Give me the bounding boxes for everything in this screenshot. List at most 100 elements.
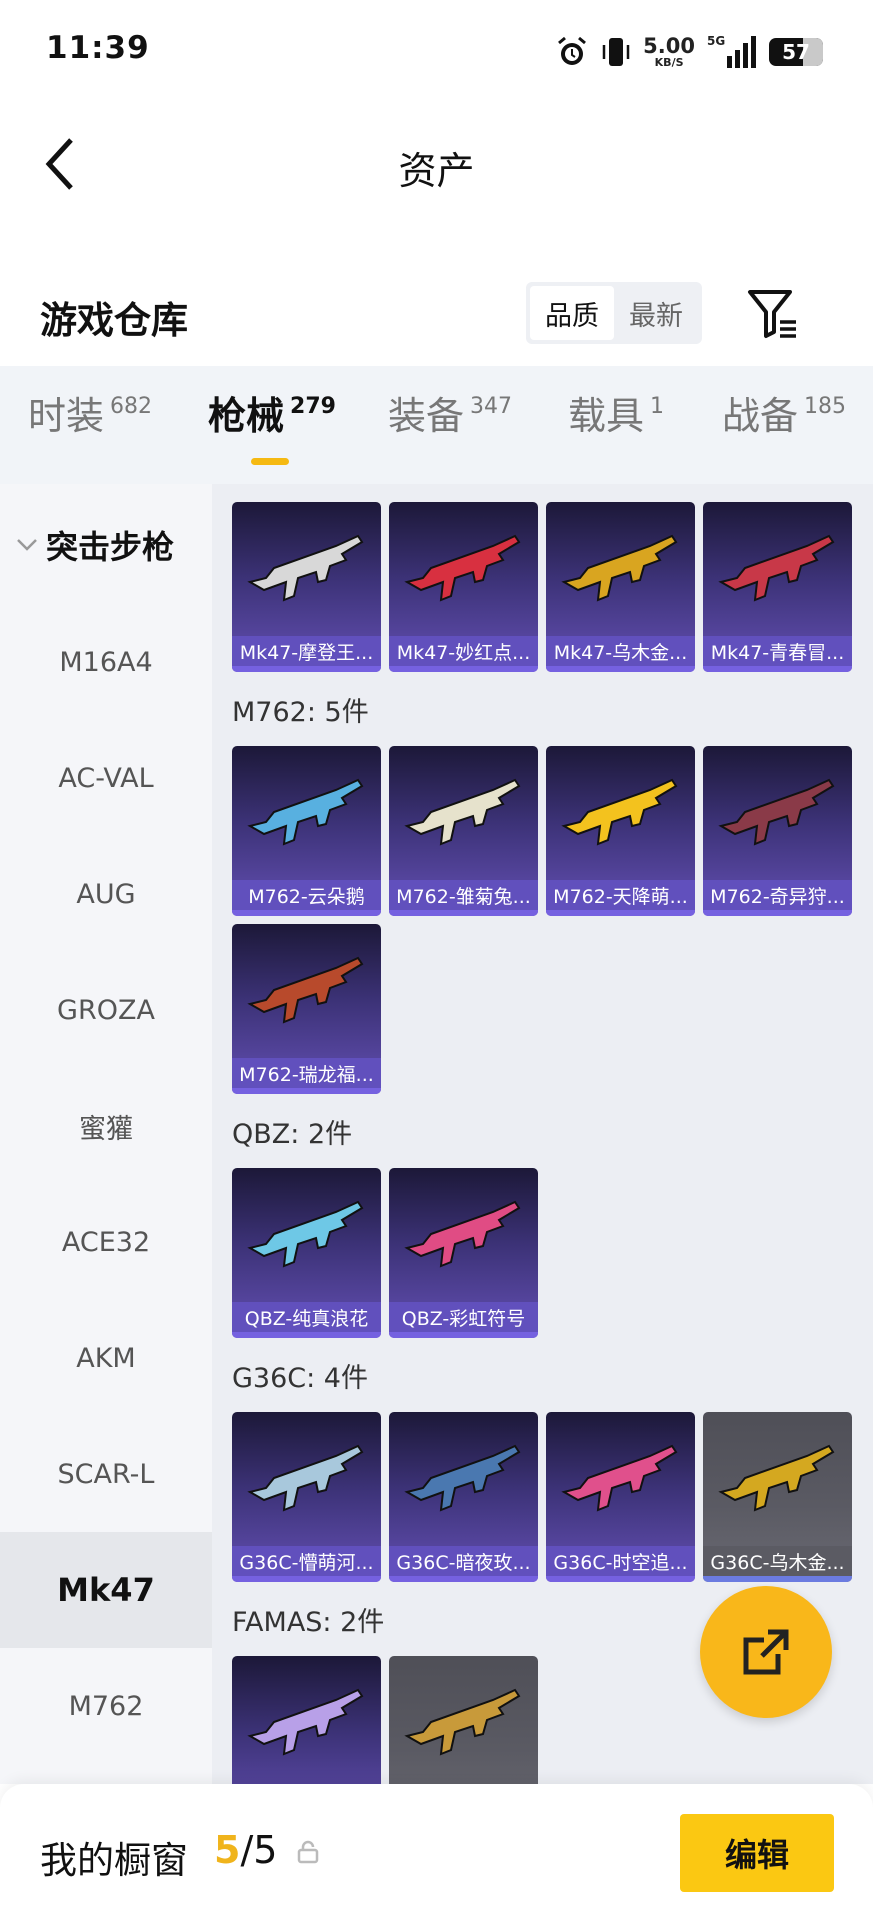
skin-card[interactable]: G36C-时空追...	[546, 1412, 695, 1582]
sort-newest-option[interactable]: 最新	[614, 286, 698, 340]
skin-card[interactable]: Mk47-乌木金...	[546, 502, 695, 672]
skin-card[interactable]: Mk47-妙红点...	[389, 502, 538, 672]
rarity-stripe	[703, 666, 852, 672]
rifle-icon	[718, 534, 835, 602]
sidebar-category-assault-rifles[interactable]: 突击步枪	[16, 522, 174, 568]
skin-card[interactable]: QBZ-纯真浪花	[232, 1168, 381, 1338]
group-title: G36C: 4件	[232, 1363, 368, 1394]
rarity-stripe	[232, 910, 381, 916]
rifle-icon	[561, 778, 678, 846]
skin-card[interactable]: M762-雏菊兔...	[389, 746, 538, 916]
rarity-stripe	[389, 666, 538, 672]
skin-name: QBZ-彩虹符号	[389, 1302, 538, 1332]
skin-name: M762-雏菊兔...	[389, 880, 538, 910]
sidebar-item-honey-badger[interactable]: 蜜獾	[0, 1068, 212, 1184]
skin-card[interactable]: QBZ-彩虹符号	[389, 1168, 538, 1338]
sidebar-category-label: 突击步枪	[46, 528, 175, 566]
sidebar-item-aug[interactable]: AUG	[0, 836, 212, 952]
rifle-icon	[561, 1444, 678, 1512]
tab-fashion[interactable]: 时装 682	[28, 394, 152, 438]
showcase-separator: /	[240, 1828, 254, 1872]
rifle-icon	[718, 1444, 835, 1512]
battery-icon: 57	[769, 38, 823, 66]
skin-name: G36C-乌木金...	[703, 1546, 852, 1576]
skin-card[interactable]: G36C-暗夜玫...	[389, 1412, 538, 1582]
sidebar-item-m16a4[interactable]: M16A4	[0, 604, 212, 720]
tab-count: 347	[470, 394, 513, 419]
tab-label: 时装	[28, 394, 105, 438]
skin-card[interactable]: M762-瑞龙福...	[232, 924, 381, 1094]
rarity-stripe	[703, 1576, 852, 1582]
rarity-stripe	[546, 910, 695, 916]
showcase-total: 5	[253, 1828, 278, 1872]
sidebar-item-scar-l[interactable]: SCAR-L	[0, 1416, 212, 1532]
sidebar-item-groza[interactable]: GROZA	[0, 952, 212, 1068]
rifle-icon	[247, 1200, 364, 1268]
warehouse-title: 游戏仓库	[40, 299, 188, 342]
skin-name: M762-云朵鹅	[232, 880, 381, 910]
sidebar-item-mk47[interactable]: Mk47	[0, 1532, 212, 1648]
sidebar-item-ac-val[interactable]: AC-VAL	[0, 720, 212, 836]
tab-firearms[interactable]: 枪械 279	[208, 394, 336, 438]
skin-card[interactable]: M762-天降萌...	[546, 746, 695, 916]
rifle-icon	[404, 1688, 521, 1756]
rarity-stripe	[232, 666, 381, 672]
rifle-icon	[247, 534, 364, 602]
skin-name: QBZ-纯真浪花	[232, 1302, 381, 1332]
edit-button[interactable]: 编辑	[680, 1814, 834, 1892]
sort-quality-option[interactable]: 品质	[530, 286, 614, 340]
group-title: M762: 5件	[232, 697, 369, 728]
tab-count: 279	[290, 394, 336, 419]
skin-card[interactable]: Mk47-青春冒...	[703, 502, 852, 672]
tab-count: 185	[804, 394, 847, 419]
rifle-icon	[404, 778, 521, 846]
sidebar-item-ace32[interactable]: ACE32	[0, 1184, 212, 1300]
rarity-stripe	[389, 1332, 538, 1338]
filter-icon	[748, 290, 796, 338]
skin-card[interactable]	[389, 1656, 538, 1784]
skin-card[interactable]	[232, 1656, 381, 1784]
showcase-bar: 我的橱窗 5/5 编辑	[0, 1784, 873, 1920]
net-speed-value: 5.00	[643, 34, 695, 58]
skin-name: M762-瑞龙福...	[232, 1058, 381, 1088]
page-title: 资产	[398, 149, 475, 193]
weapon-sidebar: 突击步枪 M16A4 AC-VAL AUG GROZA 蜜獾 ACE32 AKM…	[0, 484, 212, 1784]
sidebar-item-m762[interactable]: M762	[0, 1648, 212, 1764]
signal-icon: 5G	[707, 34, 757, 70]
skin-card[interactable]: Mk47-摩登王...	[232, 502, 381, 672]
share-external-icon	[743, 1629, 789, 1675]
rarity-stripe	[389, 910, 538, 916]
showcase-label: 我的橱窗	[40, 1839, 188, 1882]
rifle-icon	[404, 1200, 521, 1268]
tab-label: 载具	[568, 394, 645, 438]
sidebar-item-akm[interactable]: AKM	[0, 1300, 212, 1416]
filter-button[interactable]	[744, 286, 800, 342]
skin-name: Mk47-青春冒...	[703, 636, 852, 666]
rarity-stripe	[232, 1576, 381, 1582]
chevron-down-icon	[17, 539, 37, 551]
skin-card[interactable]: G36C-乌木金...	[703, 1412, 852, 1582]
net-speed-unit: KB/S	[654, 56, 684, 69]
rifle-icon	[404, 1444, 521, 1512]
battery-level: 57	[782, 40, 810, 64]
sort-toggle: 品质 最新	[526, 282, 702, 344]
skin-name: Mk47-妙红点...	[389, 636, 538, 666]
skin-card[interactable]: G36C-懵萌河...	[232, 1412, 381, 1582]
lock-icon	[297, 1840, 319, 1864]
net-speed: 5.00 KB/S	[643, 34, 695, 69]
rarity-stripe	[232, 1332, 381, 1338]
share-button[interactable]	[700, 1586, 832, 1718]
skin-name: Mk47-乌木金...	[546, 636, 695, 666]
tab-vehicles[interactable]: 载具 1	[568, 394, 664, 438]
skin-card[interactable]: M762-奇异狩...	[703, 746, 852, 916]
warehouse-header: 游戏仓库 品质 最新	[0, 264, 873, 364]
rifle-icon	[247, 778, 364, 846]
tab-label: 枪械	[208, 394, 285, 438]
skin-card[interactable]: M762-云朵鹅	[232, 746, 381, 916]
rarity-stripe	[389, 1576, 538, 1582]
group-title: QBZ: 2件	[232, 1119, 353, 1150]
tab-combat-gear[interactable]: 战备 185	[722, 394, 847, 438]
tab-equipment[interactable]: 装备 347	[388, 394, 513, 438]
skin-name: M762-奇异狩...	[703, 880, 852, 910]
nav-header: 资产	[0, 104, 873, 224]
